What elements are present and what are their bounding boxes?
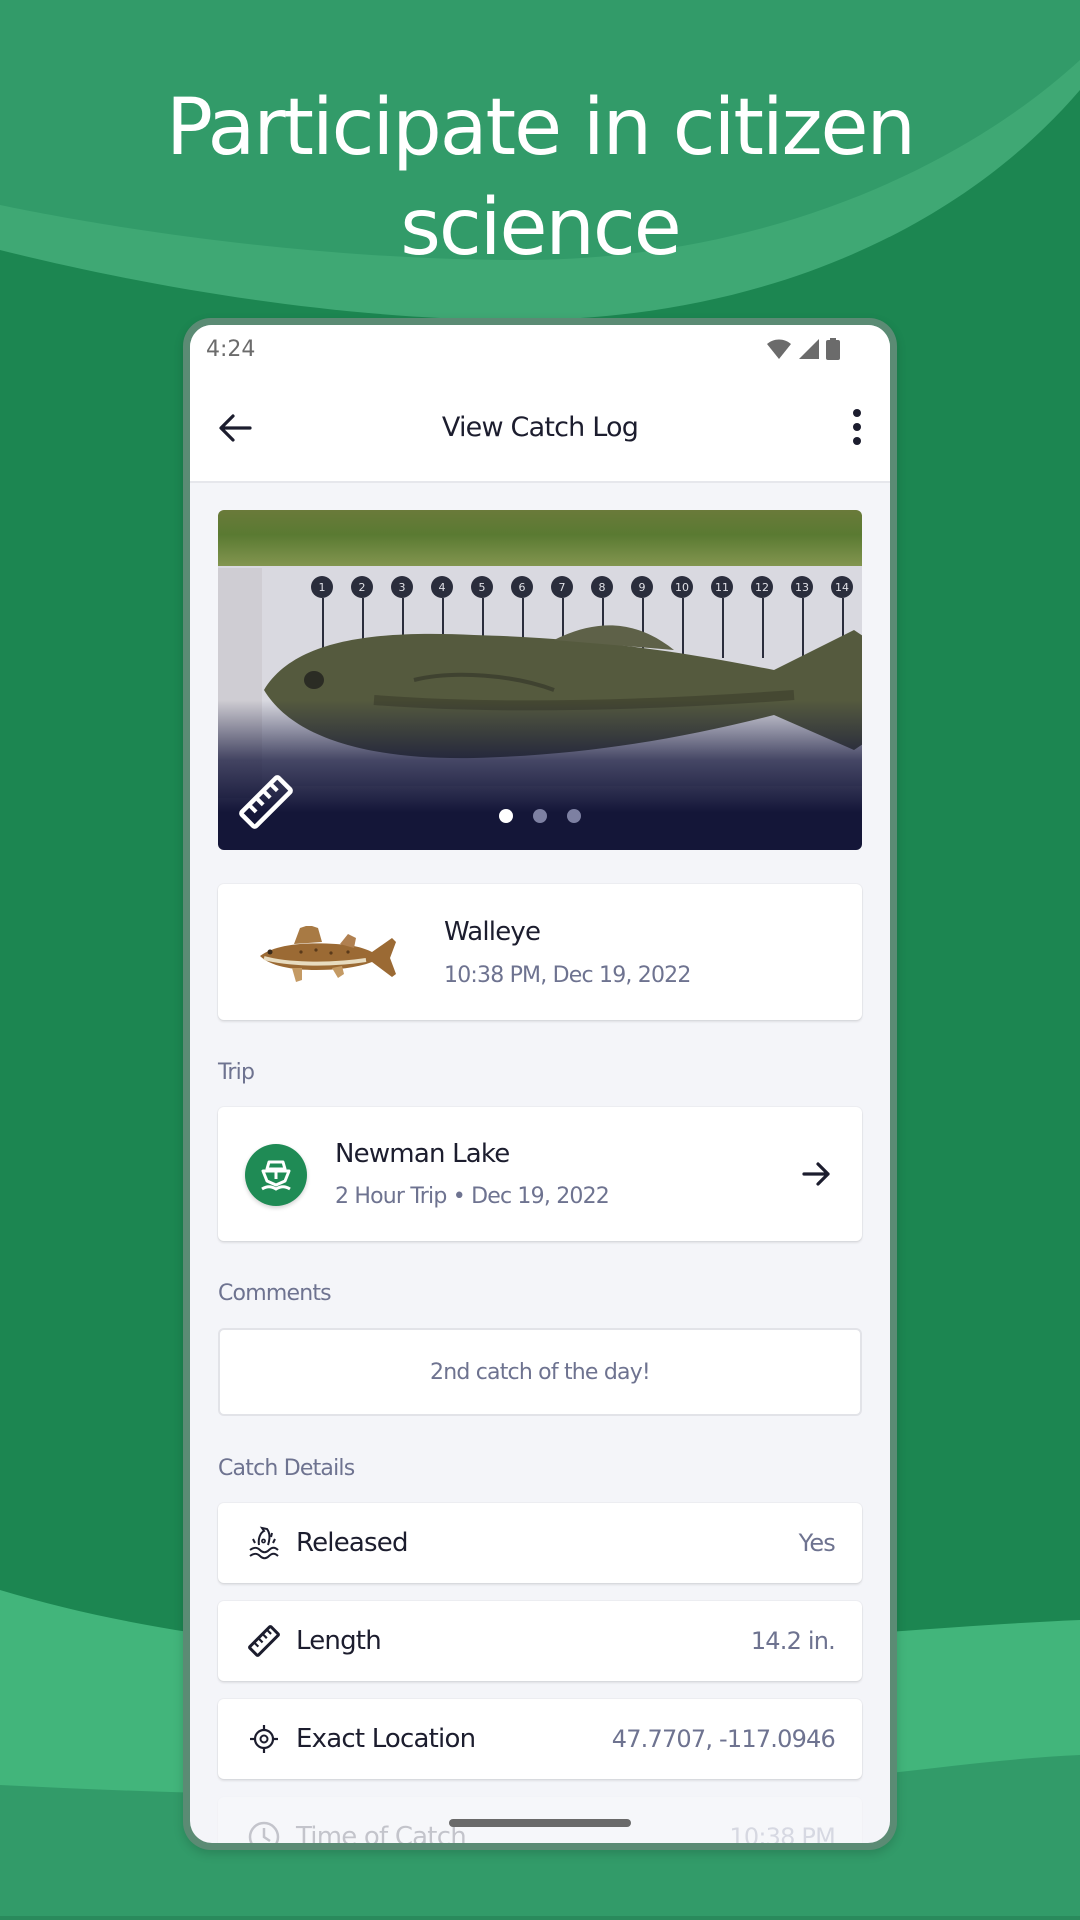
photo-carousel[interactable]: 1 2 3 4 5 6 7 8 9 10 11 12 13 14 [218,510,862,850]
species-name: Walleye [444,917,541,947]
scale-tick: 12 [742,576,782,658]
home-indicator[interactable] [449,1819,631,1827]
phone-frame: 4:24 View Catch Log 1 2 3 4 5 6 7 8 9 10… [183,318,897,1850]
arrow-left-icon[interactable] [218,413,252,443]
status-icons [766,338,840,360]
scale-tick: 5 [462,576,502,658]
scale-number: 3 [391,576,413,598]
scale-number: 10 [671,576,693,598]
scale-number: 7 [551,576,573,598]
scale-tick: 8 [582,576,622,658]
arrow-right-icon[interactable] [802,1162,832,1186]
detail-row-exact-location[interactable]: Exact Location 47.7707, -117.0946 [218,1699,862,1779]
detail-row-released: Released Yes [218,1503,862,1583]
wifi-icon [767,339,791,359]
catch-details-list: Released Yes Length 14.2 in. Exact Locat… [218,1503,862,1843]
photo-grass [218,510,862,572]
headline-line-2: science [400,183,682,273]
scale-number: 9 [631,576,653,598]
page-title: View Catch Log [441,411,639,443]
scale-tick: 7 [542,576,582,658]
trip-name: Newman Lake [335,1139,510,1169]
scale-tick: 1 [302,576,342,658]
trip-summary: 2 Hour Trip • Dec 19, 2022 [335,1184,610,1209]
scale-number: 6 [511,576,533,598]
detail-value: Yes [798,1529,836,1557]
marketing-headline: Participate in citizen science [0,78,1080,278]
battery-icon [826,338,840,360]
fish-release-icon [246,1525,282,1561]
comment-text: 2nd catch of the day! [430,1359,651,1385]
ruler-icon [246,1623,282,1659]
catch-datetime: 10:38 PM, Dec 19, 2022 [444,963,691,988]
species-card[interactable]: Walleye 10:38 PM, Dec 19, 2022 [218,884,862,1020]
scale-tick: 14 [822,576,862,658]
trip-section-label: Trip [218,1060,255,1085]
status-time: 4:24 [206,336,256,362]
detail-label: Exact Location [296,1724,476,1754]
catch-details-section-label: Catch Details [218,1456,355,1481]
phone-screen: 4:24 View Catch Log 1 2 3 4 5 6 7 8 9 10… [190,325,890,1843]
clock-icon [246,1819,282,1843]
photo-scale: 1 2 3 4 5 6 7 8 9 10 11 12 13 14 [302,576,862,658]
status-bar: 4:24 [190,325,890,373]
scale-tick: 4 [422,576,462,658]
more-vertical-icon[interactable] [852,407,862,447]
scale-number: 11 [711,576,733,598]
scale-number: 5 [471,576,493,598]
scale-tick: 10 [662,576,702,658]
comments-section-label: Comments [218,1281,332,1306]
scale-number: 12 [751,576,773,598]
scale-tick: 9 [622,576,662,658]
detail-label: Length [296,1626,382,1656]
scale-number: 14 [831,576,853,598]
scale-number: 8 [591,576,613,598]
scale-number: 13 [791,576,813,598]
carousel-dot[interactable] [567,809,581,823]
app-bar: View Catch Log [190,373,890,483]
walleye-illustration [260,926,396,982]
catch-log-content: 1 2 3 4 5 6 7 8 9 10 11 12 13 14 Walleye… [218,510,862,1843]
scale-number: 1 [311,576,333,598]
scale-tick: 3 [382,576,422,658]
ruler-icon[interactable] [236,772,296,832]
carousel-pagination [218,809,862,823]
detail-value: 47.7707, -117.0946 [611,1725,836,1753]
scale-tick: 6 [502,576,542,658]
trip-badge [245,1144,307,1206]
detail-value: 10:38 PM [729,1823,835,1843]
detail-label: Released [296,1528,409,1558]
scale-tick: 2 [342,576,382,658]
scale-number: 4 [431,576,453,598]
bottom-edge [0,1916,1080,1920]
detail-value: 14.2 in. [750,1627,836,1655]
cell-signal-icon [799,339,819,359]
headline-line-1: Participate in citizen [166,83,916,173]
comment-box: 2nd catch of the day! [218,1328,862,1416]
carousel-dot[interactable] [533,809,547,823]
scale-number: 2 [351,576,373,598]
carousel-dot[interactable] [499,809,513,823]
trip-card[interactable]: Newman Lake 2 Hour Trip • Dec 19, 2022 [218,1107,862,1241]
photo-overlay [218,700,862,850]
boat-icon [261,1160,291,1191]
detail-row-length: Length 14.2 in. [218,1601,862,1681]
scale-tick: 13 [782,576,822,658]
location-target-icon [246,1721,282,1757]
scale-tick: 11 [702,576,742,658]
